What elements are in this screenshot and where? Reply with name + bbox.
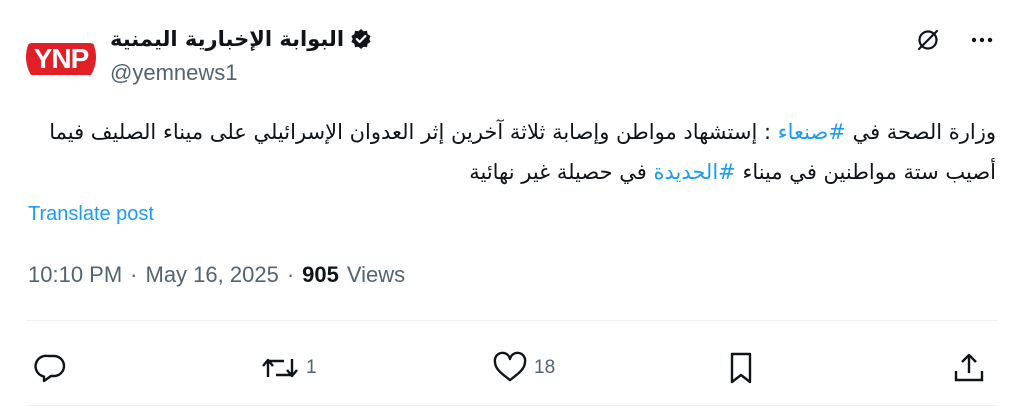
author-handle[interactable]: @yemnews1 [110, 60, 238, 86]
post-date[interactable]: May 16, 2025 [146, 262, 279, 288]
avatar[interactable]: YNP [26, 22, 96, 92]
views-count: 905 [302, 262, 339, 287]
bookmark-icon [724, 351, 758, 385]
repost-icon [260, 351, 300, 385]
reply-button[interactable] [34, 348, 68, 388]
hashtag-link[interactable]: #صنعاء [778, 120, 846, 144]
bookmark-button[interactable] [724, 348, 758, 388]
post-actions: 1 18 [34, 348, 994, 388]
verified-badge-icon [350, 28, 372, 50]
reply-icon [34, 351, 68, 385]
more-icon[interactable] [968, 26, 996, 54]
repost-count: 1 [306, 357, 317, 378]
hashtag-link[interactable]: #الحديدة [653, 160, 735, 184]
post-text-part: في حصيلة غير نهائية [469, 160, 654, 184]
post-text-part: وزارة الصحة في [845, 120, 996, 144]
divider [26, 405, 998, 406]
share-button[interactable] [952, 348, 986, 388]
post-meta: 10:10 PM · May 16, 2025 · 905 Views [28, 262, 405, 288]
meta-separator: · [286, 262, 295, 287]
share-icon [952, 351, 986, 385]
author-name-row[interactable]: البوابة الإخبارية اليمنية [110, 24, 372, 54]
repost-button[interactable]: 1 [260, 348, 317, 388]
divider [26, 320, 998, 321]
views-label: Views [346, 262, 406, 287]
like-button[interactable]: 18 [492, 348, 555, 388]
ynp-logo: YNP [26, 43, 96, 75]
post-text: وزارة الصحة في #صنعاء : إستشهاد مواطن وإ… [26, 112, 996, 192]
post-time[interactable]: 10:10 PM [28, 262, 122, 288]
meta-separator: · [130, 262, 138, 287]
translate-post-link[interactable]: Translate post [28, 203, 154, 226]
grok-icon[interactable] [914, 26, 942, 54]
like-icon [492, 351, 528, 385]
like-count: 18 [534, 357, 556, 378]
author-display-name[interactable]: البوابة الإخبارية اليمنية [110, 27, 344, 51]
header-actions [914, 26, 996, 54]
